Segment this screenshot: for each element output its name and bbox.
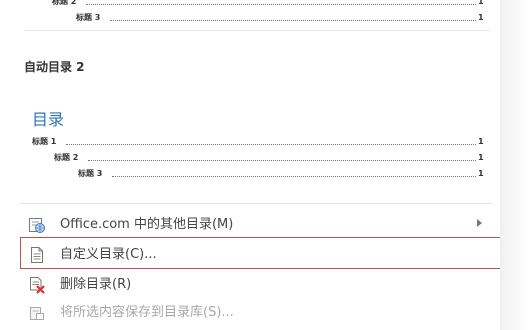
toc-entry-label: 标题 2	[54, 153, 79, 162]
gallery-separator	[24, 30, 490, 31]
menu-item-label: 删除目录(R)	[60, 277, 132, 292]
menu-item-label: 将所选内容保存到目录库(S)...	[60, 305, 234, 320]
toc-preview-row: 标题 2 1	[54, 152, 484, 164]
toc-page-number: 1	[478, 137, 484, 146]
gallery-section-title: 自动目录 2	[24, 60, 85, 74]
toc-page-number: 1	[478, 153, 484, 162]
highlight-box	[20, 237, 510, 269]
toc-entry-label: 标题 1	[32, 137, 57, 146]
remove-toc-icon	[28, 276, 46, 294]
more-toc-from-office-menu-item[interactable]: Office.com 中的其他目录(M)	[20, 212, 492, 238]
toc-entry-label: 标题 3	[76, 13, 101, 22]
toc-entry-label: 标题 2	[52, 0, 77, 6]
remove-toc-menu-item[interactable]: 删除目录(R)	[20, 272, 492, 298]
toc-leader-dots	[86, 4, 476, 5]
right-edge-background	[500, 0, 528, 330]
toc-leader-dots	[88, 160, 476, 161]
toc-preview-row[interactable]: 标题 3 1	[76, 12, 484, 24]
toc-entry-label: 标题 3	[78, 169, 103, 178]
toc-leader-dots	[112, 176, 476, 177]
toc-preview-row: 标题 1 1	[32, 136, 484, 148]
save-selection-to-toc-gallery-menu-item[interactable]: 将所选内容保存到目录库(S)...	[20, 300, 492, 326]
toc-leader-dots	[110, 20, 476, 21]
toc-preview-heading: 目录	[32, 110, 65, 129]
toc-preview-row: 标题 3 1	[78, 168, 484, 180]
toc-page-number: 1	[478, 169, 484, 178]
menu-item-label: Office.com 中的其他目录(M)	[60, 217, 234, 232]
toc-page-number: 1	[478, 13, 484, 22]
toc-page-number: 1	[478, 0, 484, 6]
toc-dropdown-panel: 标题 2 1 标题 3 1 自动目录 2 目录 标题 1 1 标题 2 1 标题…	[0, 0, 500, 330]
toc-leader-dots	[66, 144, 476, 145]
office-com-icon	[28, 216, 46, 234]
submenu-arrow-icon	[477, 219, 482, 227]
save-to-gallery-icon	[28, 304, 46, 322]
toc-preview-row[interactable]: 标题 2 1	[52, 0, 484, 8]
gallery-bottom-divider	[20, 203, 492, 204]
